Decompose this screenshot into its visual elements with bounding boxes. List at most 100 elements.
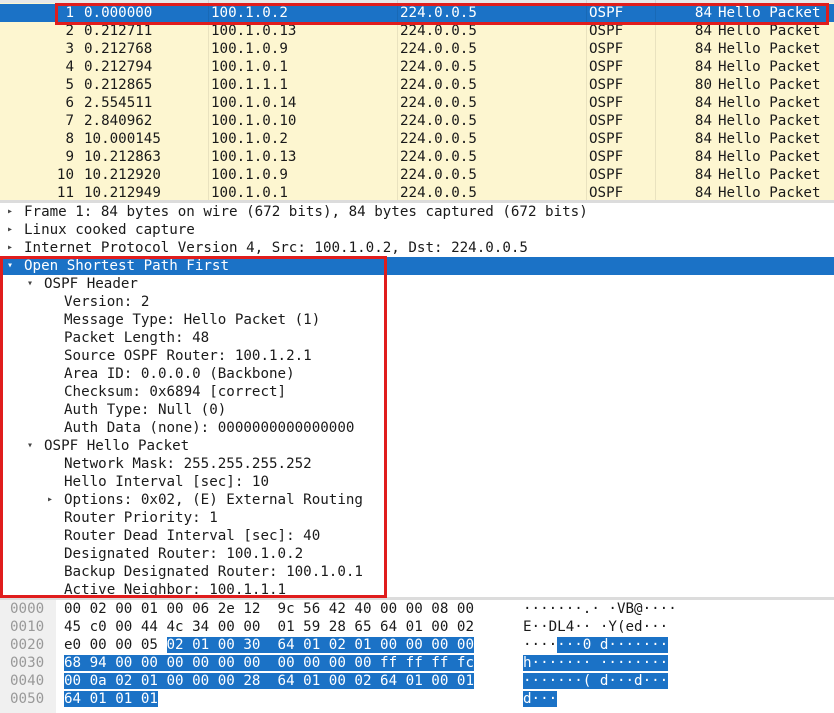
detail-tree-item[interactable]: Packet Length: 48 <box>0 329 834 347</box>
bytes-ascii[interactable]: E··DL4·· ·Y(ed··· <box>523 618 668 636</box>
detail-tree-item[interactable]: ▾ OSPF Header <box>0 275 834 293</box>
bytes-row[interactable]: 0050 64 01 01 01 d··· <box>0 690 834 708</box>
bytes-ascii[interactable]: ·······0 d······· <box>523 636 669 654</box>
bytes-offset: 0010 <box>10 619 45 635</box>
detail-tree-item[interactable]: Network Mask: 255.255.255.252 <box>0 455 834 473</box>
packet-time: 10.000145 <box>84 131 161 147</box>
detail-tree-label: Auth Data (none): 0000000000000000 <box>64 420 355 436</box>
expanded-arrow-icon[interactable]: ▾ <box>27 437 33 455</box>
packet-length: 84 <box>694 131 712 147</box>
detail-tree-item[interactable]: ▸ Options: 0x02, (E) External Routing <box>0 491 834 509</box>
detail-tree-item[interactable]: ▸ Frame 1: 84 bytes on wire (672 bits), 8… <box>0 203 834 221</box>
bytes-hex[interactable]: 00 02 00 01 00 06 2e 12 9c 56 42 40 00 0… <box>64 600 474 618</box>
packet-details-tree[interactable]: ▸ Frame 1: 84 bytes on wire (672 bits), 8… <box>0 203 834 597</box>
bytes-ascii[interactable]: ·······.· ·VB@···· <box>523 600 677 618</box>
packet-length: 84 <box>694 95 712 111</box>
packet-protocol: OSPF <box>589 5 624 21</box>
bytes-ascii[interactable]: ·······( d···d··· <box>523 672 669 690</box>
packet-list[interactable]: 1 0.000000 100.1.0.2 224.0.0.5 OSPF 84 Hello P… <box>0 0 834 200</box>
detail-tree-item[interactable]: Designated Router: 100.1.0.2 <box>0 545 834 563</box>
bytes-hex[interactable]: 00 0a 02 01 00 00 00 28 64 01 00 02 64 0… <box>64 672 474 690</box>
packet-row[interactable]: 10 10.212920 100.1.0.9 224.0.0.5 OSPF 84 Hello… <box>0 166 834 184</box>
packet-info: Hello Packet <box>718 167 821 183</box>
packet-info: Hello Packet <box>718 59 821 75</box>
packet-time: 0.212711 <box>84 23 153 39</box>
packet-row[interactable]: 1 0.000000 100.1.0.2 224.0.0.5 OSPF 84 Hello P… <box>0 4 834 22</box>
column-divider <box>586 0 587 200</box>
packet-row[interactable]: 4 0.212794 100.1.0.1 224.0.0.5 OSPF 84 Hello P… <box>0 58 834 76</box>
bytes-row[interactable]: 0020 e0 00 00 05 02 01 00 30 64 01 02 01 … <box>0 636 834 654</box>
bytes-ascii[interactable]: h······· ········ <box>523 654 669 672</box>
packet-number: 9 <box>65 149 74 165</box>
packet-row[interactable]: 8 10.000145 100.1.0.2 224.0.0.5 OSPF 84 Hello … <box>0 130 834 148</box>
detail-tree-item[interactable]: Checksum: 0x6894 [correct] <box>0 383 834 401</box>
bytes-row[interactable]: 0030 68 94 00 00 00 00 00 00 00 00 00 00 … <box>0 654 834 672</box>
detail-tree-item[interactable]: Active Neighbor: 100.1.1.1 <box>0 581 834 597</box>
bytes-ascii[interactable]: d··· <box>523 690 558 708</box>
expanded-arrow-icon[interactable]: ▾ <box>7 257 13 275</box>
packet-length: 84 <box>694 113 712 129</box>
detail-tree-label: Router Dead Interval [sec]: 40 <box>64 528 321 544</box>
packet-row[interactable]: 7 2.840962 100.1.0.10 224.0.0.5 OSPF 84 Hello … <box>0 112 834 130</box>
collapsed-arrow-icon[interactable]: ▸ <box>7 221 13 239</box>
detail-tree-label: Options: 0x02, (E) External Routing <box>64 492 363 508</box>
bytes-hex[interactable]: 68 94 00 00 00 00 00 00 00 00 00 00 ff f… <box>64 654 474 672</box>
detail-tree-item[interactable]: Source OSPF Router: 100.1.2.1 <box>0 347 834 365</box>
detail-tree-item[interactable]: Backup Designated Router: 100.1.0.1 <box>0 563 834 581</box>
detail-tree-item[interactable]: Auth Data (none): 0000000000000000 <box>0 419 834 437</box>
detail-tree-label: Auth Type: Null (0) <box>64 402 227 418</box>
packet-row[interactable]: 11 10.212949 100.1.0.1 224.0.0.5 OSPF 84 Hello… <box>0 184 834 200</box>
detail-tree-label: Message Type: Hello Packet (1) <box>64 312 321 328</box>
collapsed-arrow-icon[interactable]: ▸ <box>47 491 53 509</box>
packet-info: Hello Packet <box>718 131 821 147</box>
detail-tree-label: OSPF Header <box>44 276 138 292</box>
detail-tree-item[interactable]: ▾ Open Shortest Path First <box>0 257 834 275</box>
packet-source: 100.1.0.13 <box>211 149 297 165</box>
bytes-hex[interactable]: 64 01 01 01 <box>64 690 158 708</box>
bytes-hex[interactable]: 45 c0 00 44 4c 34 00 00 01 59 28 65 64 0… <box>64 618 474 636</box>
detail-tree-item[interactable]: Message Type: Hello Packet (1) <box>0 311 834 329</box>
detail-tree-label: Open Shortest Path First <box>24 258 229 274</box>
packet-destination: 224.0.0.5 <box>400 149 477 165</box>
bytes-hex-highlighted: 64 01 01 01 <box>64 691 158 707</box>
packet-row[interactable]: 2 0.212711 100.1.0.13 224.0.0.5 OSPF 84 Hello … <box>0 22 834 40</box>
detail-tree-item[interactable]: Router Dead Interval [sec]: 40 <box>0 527 834 545</box>
packet-row[interactable]: 6 2.554511 100.1.0.14 224.0.0.5 OSPF 84 Hello … <box>0 94 834 112</box>
packet-source: 100.1.0.13 <box>211 23 297 39</box>
detail-tree-item[interactable]: ▸ Internet Protocol Version 4, Src: 100.1… <box>0 239 834 257</box>
bytes-row[interactable]: 0010 45 c0 00 44 4c 34 00 00 01 59 28 65 … <box>0 618 834 636</box>
packet-info: Hello Packet <box>718 23 821 39</box>
column-divider <box>655 0 656 200</box>
packet-bytes-pane[interactable]: 0000 00 02 00 01 00 06 2e 12 9c 56 42 40 … <box>0 600 834 713</box>
packet-time: 2.554511 <box>84 95 153 111</box>
bytes-offset: 0040 <box>10 673 45 689</box>
packet-source: 100.1.0.9 <box>211 167 288 183</box>
detail-tree-item[interactable]: Auth Type: Null (0) <box>0 401 834 419</box>
packet-protocol: OSPF <box>589 131 624 147</box>
expanded-arrow-icon[interactable]: ▾ <box>27 275 33 293</box>
detail-tree-label: Router Priority: 1 <box>64 510 218 526</box>
bytes-row[interactable]: 0040 00 0a 02 01 00 00 00 28 64 01 00 02 … <box>0 672 834 690</box>
packet-time: 0.212794 <box>84 59 153 75</box>
detail-tree-item[interactable]: ▾ OSPF Hello Packet <box>0 437 834 455</box>
packet-destination: 224.0.0.5 <box>400 59 477 75</box>
packet-protocol: OSPF <box>589 95 624 111</box>
packet-source: 100.1.0.2 <box>211 131 288 147</box>
detail-tree-item[interactable]: Hello Interval [sec]: 10 <box>0 473 834 491</box>
collapsed-arrow-icon[interactable]: ▸ <box>7 203 13 221</box>
detail-tree-item[interactable]: Area ID: 0.0.0.0 (Backbone) <box>0 365 834 383</box>
bytes-row[interactable]: 0000 00 02 00 01 00 06 2e 12 9c 56 42 40 … <box>0 600 834 618</box>
detail-tree-item[interactable]: ▸ Linux cooked capture <box>0 221 834 239</box>
detail-tree-item[interactable]: Router Priority: 1 <box>0 509 834 527</box>
packet-row[interactable]: 9 10.212863 100.1.0.13 224.0.0.5 OSPF 84 Hello… <box>0 148 834 166</box>
detail-tree-label: Network Mask: 255.255.255.252 <box>64 456 312 472</box>
packet-protocol: OSPF <box>589 59 624 75</box>
detail-tree-item[interactable]: Version: 2 <box>0 293 834 311</box>
bytes-hex[interactable]: e0 00 00 05 02 01 00 30 64 01 02 01 00 0… <box>64 636 474 654</box>
packet-destination: 224.0.0.5 <box>400 77 477 93</box>
collapsed-arrow-icon[interactable]: ▸ <box>7 239 13 257</box>
packet-row[interactable]: 5 0.212865 100.1.1.1 224.0.0.5 OSPF 80 Hello P… <box>0 76 834 94</box>
packet-row[interactable]: 3 0.212768 100.1.0.9 224.0.0.5 OSPF 84 Hello P… <box>0 40 834 58</box>
packet-number: 10 <box>56 167 74 183</box>
packet-time: 2.840962 <box>84 113 153 129</box>
